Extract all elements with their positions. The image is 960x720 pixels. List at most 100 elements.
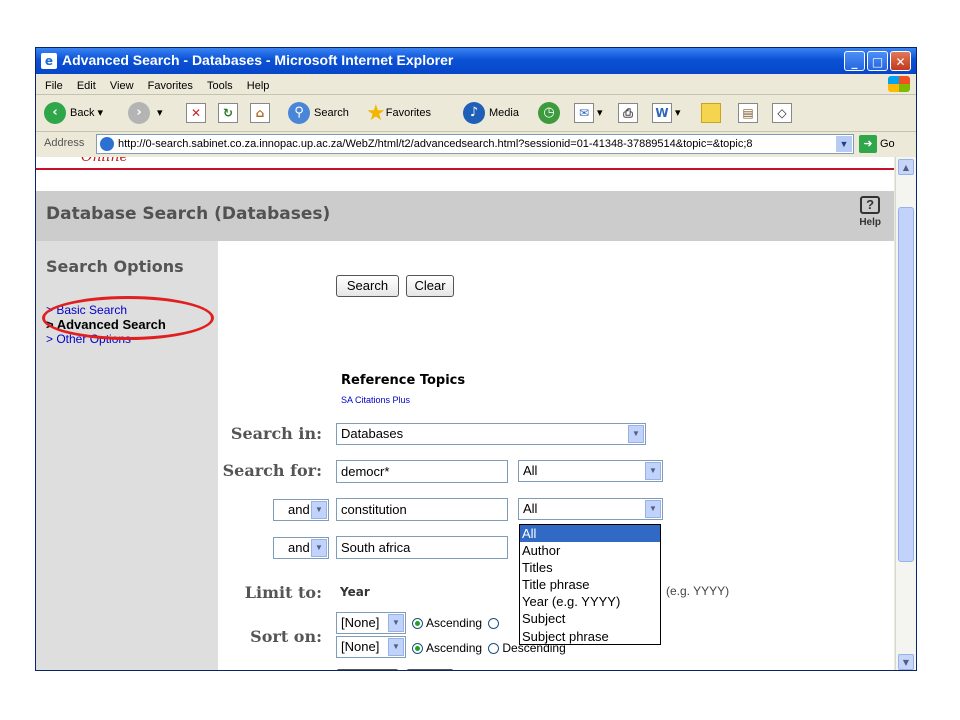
search-in-value: Databases	[341, 426, 404, 441]
dropdown-option-titles[interactable]: Titles	[520, 559, 660, 576]
research-button[interactable]: ▤	[738, 101, 758, 125]
dropdown-option-all[interactable]: All	[520, 525, 660, 543]
search-toolbar-button[interactable]: ⚲ Search	[288, 101, 349, 125]
search-button-top[interactable]: Search	[336, 275, 399, 297]
windows-logo-icon	[888, 76, 910, 92]
dropdown-option-subject[interactable]: Subject	[520, 610, 660, 627]
sort-field-select-2[interactable]: [None] ▼	[336, 636, 406, 658]
chevron-down-icon: ▼	[388, 614, 404, 632]
media-icon: ♪	[463, 102, 485, 125]
address-url: http://0-search.sabinet.co.za.innopac.up…	[118, 138, 753, 150]
field-select-2[interactable]: All ▼	[518, 498, 663, 520]
minimize-button[interactable]: _	[844, 51, 865, 71]
ascending-radio-1[interactable]	[412, 618, 423, 630]
edit-button[interactable]: W ▾	[652, 101, 681, 125]
note-icon	[701, 103, 721, 124]
sort-order-row-1: Ascending	[412, 616, 502, 630]
history-icon: ◷	[538, 102, 560, 125]
messenger-button[interactable]: ◇	[772, 101, 792, 125]
operator-2-value: and	[288, 502, 310, 517]
chevron-down-icon: ▼	[645, 462, 661, 480]
page-icon	[100, 137, 114, 152]
address-input[interactable]: http://0-search.sabinet.co.za.innopac.up…	[96, 134, 854, 154]
ascending-radio-2[interactable]	[412, 643, 423, 655]
dropdown-option-author[interactable]: Author	[520, 542, 660, 559]
descending-radio-2[interactable]	[488, 643, 500, 655]
scroll-down-icon[interactable]: ▼	[898, 654, 914, 670]
menu-favorites[interactable]: Favorites	[148, 76, 193, 96]
history-button[interactable]: ◷	[538, 101, 564, 125]
ie-icon: e	[41, 53, 57, 69]
close-button[interactable]: ✕	[890, 51, 911, 71]
operator-select-2[interactable]: and ▼	[273, 499, 329, 521]
mail-button[interactable]: ✉ ▾	[574, 101, 603, 125]
sort-field-select-1[interactable]: [None] ▼	[336, 612, 406, 634]
scroll-up-icon[interactable]: ▲	[898, 159, 914, 175]
highlight-circle	[42, 296, 214, 340]
media-button[interactable]: ♪ Media	[463, 101, 519, 125]
back-arrow-icon: ‹	[44, 102, 66, 125]
sort-field-2-value: [None]	[341, 639, 380, 654]
limit-year-label: Year	[340, 585, 370, 599]
menu-edit[interactable]: Edit	[77, 76, 96, 96]
favorites-button[interactable]: ★Favorites	[366, 101, 431, 125]
chevron-down-icon: ▼	[388, 638, 404, 656]
header-divider	[36, 168, 894, 170]
search-term-input-3[interactable]: South africa	[336, 536, 508, 559]
menu-file[interactable]: File	[45, 76, 63, 96]
clear-button-bottom[interactable]: Clear	[406, 669, 454, 670]
toolbar: ‹ Back ▾ › ▾ ✕ ↻ ⌂ ⚲ Search ★Favorites ♪ Me…	[36, 95, 916, 132]
menu-bar: File Edit View Favorites Tools Help	[36, 74, 916, 95]
site-logo: Online	[81, 157, 128, 165]
stop-button[interactable]: ✕	[186, 101, 206, 125]
address-label: Address	[44, 137, 85, 149]
dropdown-option-subject-phrase[interactable]: Subject phrase	[520, 628, 660, 645]
search-button-bottom[interactable]: Search	[336, 669, 399, 670]
back-button[interactable]: ‹ Back ▾	[44, 101, 103, 125]
menu-help[interactable]: Help	[247, 76, 270, 96]
print-button[interactable]: ⎙	[618, 101, 638, 125]
help-icon: ?	[860, 196, 881, 214]
search-term-input-1[interactable]: democr*	[336, 460, 508, 483]
chevron-down-icon: ▼	[311, 501, 327, 519]
reference-topic-link[interactable]: SA Citations Plus	[341, 395, 410, 405]
vertical-scrollbar[interactable]: ▲ ▼	[895, 157, 916, 670]
field-select-1-value: All	[523, 463, 538, 478]
back-label: Back	[70, 107, 95, 119]
dropdown-option-title-phrase[interactable]: Title phrase	[520, 576, 660, 593]
field-dropdown-list: All Author Titles Title phrase Year (e.g…	[519, 524, 661, 645]
reference-topics-title: Reference Topics	[341, 373, 466, 388]
year-format-hint: (e.g. YYYY)	[666, 584, 730, 598]
title-bar: e Advanced Search - Databases - Microsof…	[36, 48, 916, 74]
dropdown-option-year[interactable]: Year (e.g. YYYY)	[520, 593, 660, 610]
discuss-button[interactable]	[701, 101, 721, 125]
address-bar: Address http://0-search.sabinet.co.za.in…	[36, 132, 916, 156]
menu-view[interactable]: View	[110, 76, 134, 96]
search-icon: ⚲	[288, 102, 310, 125]
help-button[interactable]: ? Help	[859, 196, 881, 228]
chevron-down-icon: ▼	[311, 539, 327, 557]
ascending-label-1: Ascending	[426, 616, 483, 630]
stop-icon: ✕	[186, 103, 206, 124]
operator-select-3[interactable]: and ▼	[273, 537, 329, 559]
window-title: Advanced Search - Databases - Microsoft …	[62, 52, 454, 68]
menu-tools[interactable]: Tools	[207, 76, 233, 96]
forward-button[interactable]: › ▾	[128, 101, 163, 125]
field-select-1[interactable]: All ▼	[518, 460, 663, 482]
descending-radio-1[interactable]	[488, 618, 500, 630]
search-toolbar-label: Search	[314, 107, 349, 119]
limit-to-label: Limit to:	[244, 583, 322, 602]
search-term-input-2[interactable]: constitution	[336, 498, 508, 521]
scroll-thumb[interactable]	[898, 207, 914, 562]
maximize-button[interactable]: □	[867, 51, 888, 71]
book-icon: ▤	[738, 103, 758, 124]
clear-button-top[interactable]: Clear	[406, 275, 454, 297]
sort-field-1-value: [None]	[341, 615, 380, 630]
go-button[interactable]: ➜ Go	[859, 135, 895, 153]
operator-3-value: and	[288, 540, 310, 555]
address-dropdown-icon[interactable]: ▼	[836, 136, 852, 152]
search-in-select[interactable]: Databases ▼	[336, 423, 646, 445]
refresh-button[interactable]: ↻	[218, 101, 238, 125]
title-band: Database Search (Databases) ? Help	[36, 191, 894, 241]
home-button[interactable]: ⌂	[250, 101, 270, 125]
